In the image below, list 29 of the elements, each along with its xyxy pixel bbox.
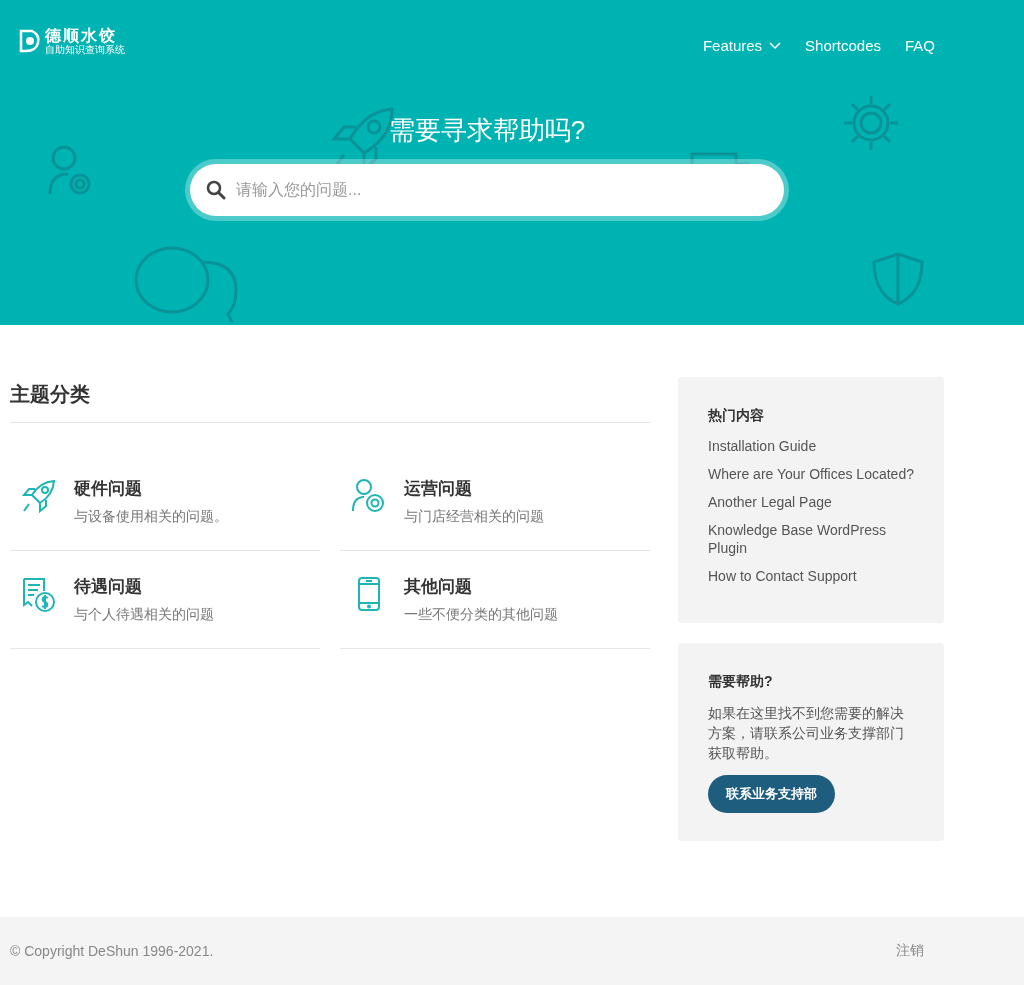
rocket-icon	[20, 477, 58, 515]
topic-link[interactable]: 其他问题	[404, 575, 558, 598]
card-title: 热门内容	[708, 407, 764, 425]
caret-icon	[769, 41, 782, 50]
topic-link[interactable]: 待遇问题	[74, 575, 214, 598]
article-link[interactable]: Another Legal Page	[708, 493, 832, 511]
search-icon	[206, 180, 226, 201]
topic-link[interactable]: 硬件问题	[74, 477, 228, 500]
logo-subtitle: 自助知识查询系统	[45, 44, 125, 56]
topic-description: 与门店经营相关的问题	[404, 508, 544, 526]
topic-link[interactable]: 运营问题	[404, 477, 544, 500]
topic-description: 与个人待遇相关的问题	[74, 606, 214, 624]
hero-title: 需要寻求帮助吗?	[388, 114, 586, 148]
article-link[interactable]: Installation Guide	[708, 437, 817, 455]
card-title: 需要帮助?	[708, 673, 773, 691]
logo-icon	[18, 28, 42, 55]
copyright-text: © Copyright DeShun 1996-2021.	[10, 943, 214, 959]
receipt-coin-icon	[20, 575, 58, 613]
section-title: 主题分类	[10, 377, 650, 423]
search-field[interactable]: 请输入您的问题...	[190, 164, 784, 217]
logo-name: 德顺水饺	[45, 28, 117, 45]
article-link[interactable]: How to Contact Support	[708, 567, 857, 585]
article-link[interactable]: Where are Your Offices Located?	[708, 465, 914, 483]
topic-description: 一些不便分类的其他问题	[404, 606, 558, 624]
article-link[interactable]: Knowledge Base WordPress Plugin	[708, 521, 914, 557]
help-text: 如果在这里找不到您需要的解决方案，请联系公司业务支撑部门获取帮助。	[708, 704, 905, 763]
topic-description: 与设备使用相关的问题。	[74, 508, 228, 526]
contact-button[interactable]: 联系业务支持部	[708, 775, 835, 813]
gear-icon	[842, 94, 900, 152]
